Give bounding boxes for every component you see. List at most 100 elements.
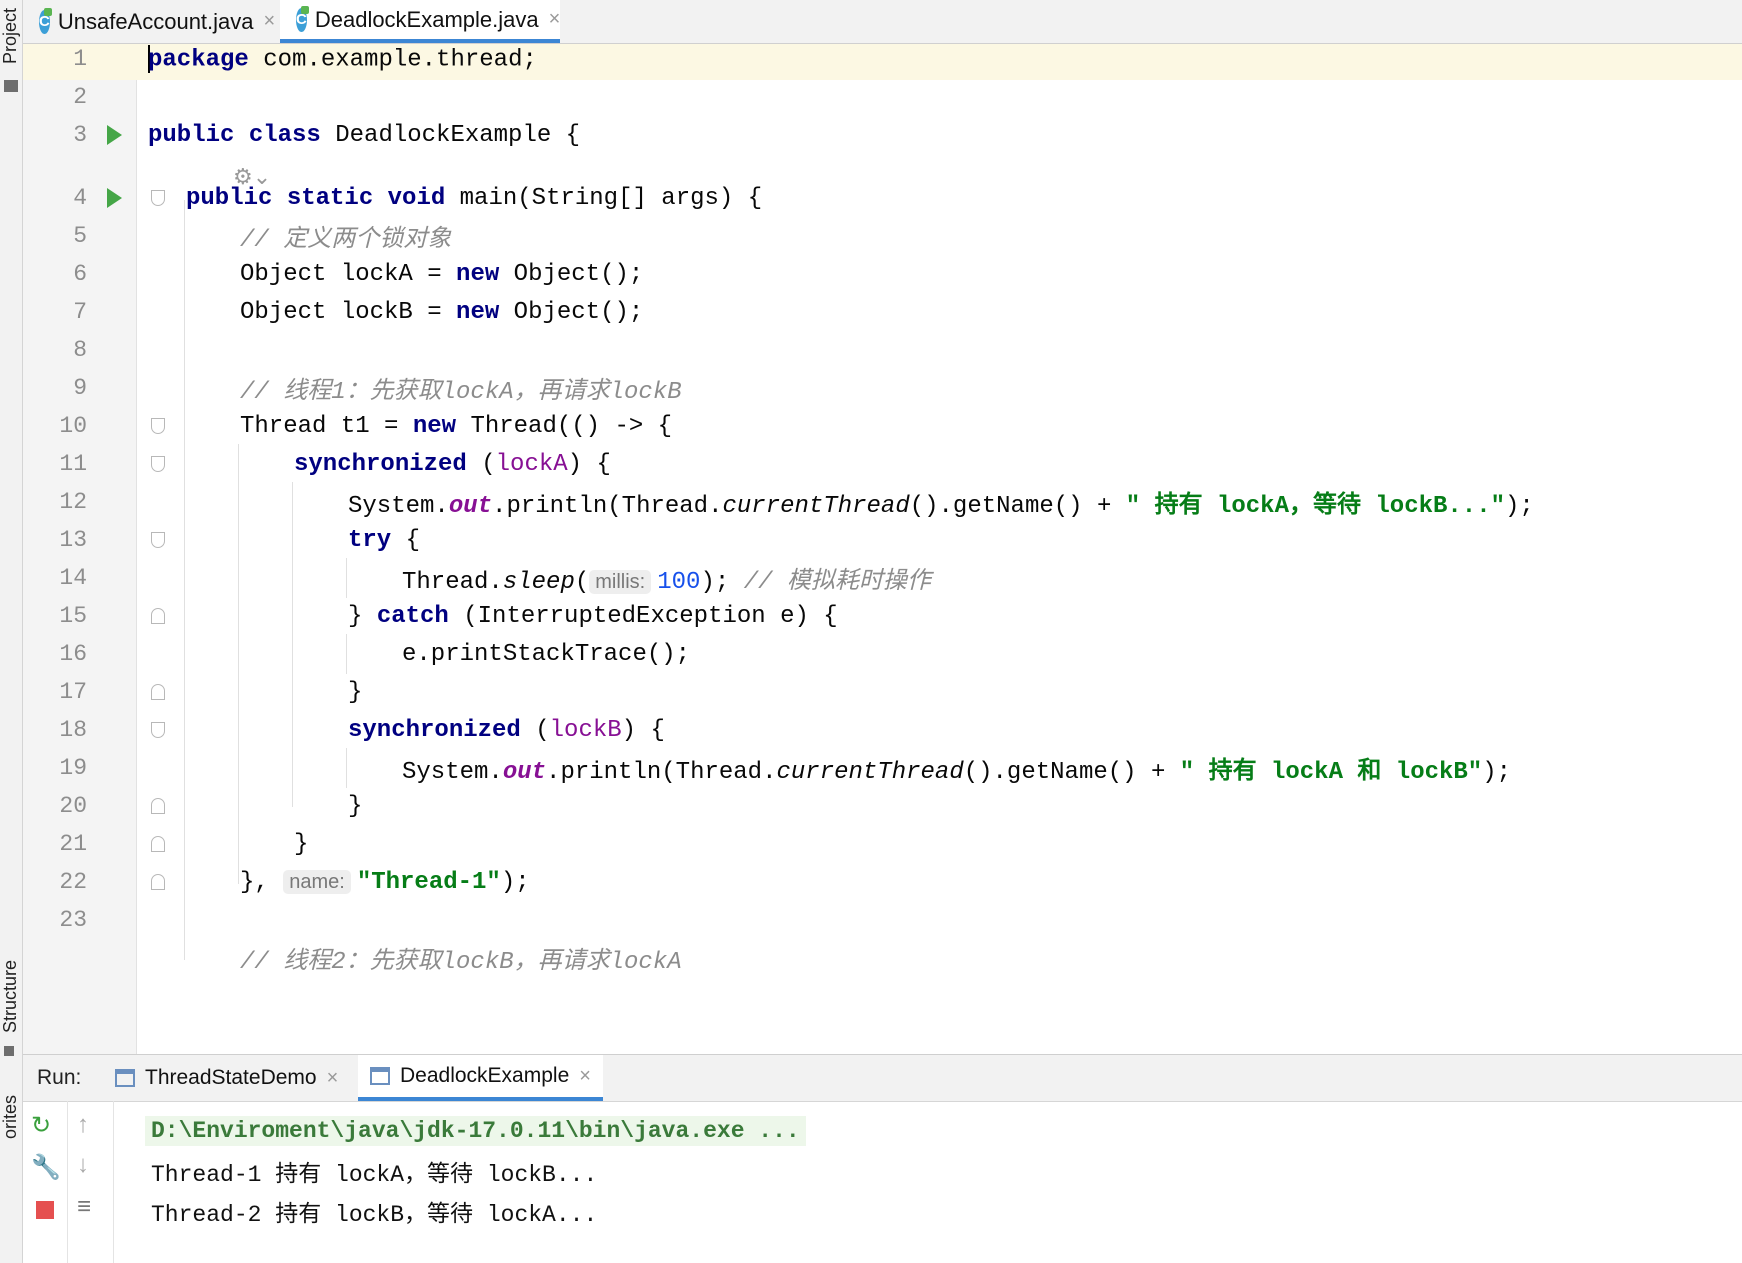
structure-icon[interactable] [4,1046,14,1056]
line-number: 16 [59,641,87,667]
code-line-15[interactable]: 15 } catch (InterruptedException e) { [23,595,1742,637]
arrow-up-icon[interactable]: ↑ [77,1111,89,1139]
line-number: 23 [59,907,87,933]
run-tab-deadlockexample[interactable]: DeadlockExample × [358,1055,603,1101]
tab-deadlockexample[interactable]: C DeadlockExample.java × [280,0,560,43]
parameter-hint: name: [283,869,351,894]
code-line-19[interactable]: 19 System.out.println(Thread.currentThre… [23,747,1742,789]
line-number: 12 [59,489,87,515]
code-comment: // 定义两个锁对象 [240,227,452,254]
close-icon[interactable]: × [327,1067,339,1090]
fold-icon[interactable] [151,722,165,738]
code-line-5[interactable]: 5 // 定义两个锁对象 [23,215,1742,257]
line-number: 4 [73,185,87,211]
code-line-22[interactable]: 22 }, name: "Thread-1"); [23,861,1742,903]
console-line: Thread-2 持有 lockB，等待 lockA... [151,1202,598,1228]
line-number: 19 [59,755,87,781]
code-text: e.printStackTrace(); [402,640,691,668]
code-line-10[interactable]: 10 Thread t1 = new Thread(() -> { [23,405,1742,447]
code-line-13[interactable]: 13 try { [23,519,1742,561]
code-line-16[interactable]: 16 e.printStackTrace(); [23,633,1742,675]
line-number: 14 [59,565,87,591]
line-number: 3 [73,122,87,148]
fold-icon[interactable] [151,608,165,624]
fold-icon[interactable] [151,874,165,890]
fold-icon[interactable] [151,684,165,700]
code-line-3[interactable]: 3 public class DeadlockExample { [23,114,1742,156]
project-tool-tab[interactable]: Project [0,8,22,64]
code-line-23[interactable]: 23 [23,899,1742,941]
wrench-icon[interactable]: 🔧 [31,1153,61,1182]
close-icon[interactable]: × [579,1065,591,1088]
line-number: 2 [73,84,87,110]
favorites-tool-tab[interactable]: orites [0,1095,22,1139]
code-text: System.out.println(Thread.currentThread(… [402,759,1512,786]
fold-icon[interactable] [151,836,165,852]
console-output[interactable]: D:\Enviroment\java\jdk-17.0.11\bin\java.… [145,1111,1742,1231]
code-line-18[interactable]: 18 synchronized (lockB) { [23,709,1742,751]
run-gutter-icon[interactable] [107,125,122,145]
fold-icon[interactable] [151,798,165,814]
tab-label: DeadlockExample.java [314,6,539,32]
close-icon[interactable]: × [549,8,561,31]
code-text: package com.example.thread; [148,44,537,74]
fold-icon[interactable] [151,532,165,548]
line-number: 7 [73,299,87,325]
folder-icon[interactable] [4,80,18,92]
line-number: 9 [73,375,87,401]
arrow-down-icon[interactable]: ↓ [77,1151,89,1179]
code-line-2[interactable]: 2 [23,76,1742,118]
line-number: 17 [59,679,87,705]
java-class-icon: C [296,5,309,32]
code-line-4[interactable]: 4 public static void main(String[] args)… [23,177,1742,219]
run-gutter-icon[interactable] [107,188,122,208]
fold-icon[interactable] [151,456,165,472]
code-line-12[interactable]: 12 System.out.println(Thread.currentThre… [23,481,1742,523]
run-tab-threadstatedemo[interactable]: ThreadStateDemo × [103,1055,350,1101]
stop-icon[interactable] [36,1201,54,1219]
soft-wrap-icon[interactable]: ≡ [77,1193,91,1221]
line-number: 18 [59,717,87,743]
code-line-14[interactable]: 14 Thread.sleep(millis: 100); // 模拟耗时操作 [23,557,1742,599]
code-line-11[interactable]: 11 synchronized (lockA) { [23,443,1742,485]
line-number: 21 [59,831,87,857]
code-line-9[interactable]: 9 // 线程1：先获取lockA，再请求lockB [23,367,1742,409]
code-line-17[interactable]: 17 } [23,671,1742,713]
code-text: synchronized (lockA) { [294,450,611,478]
code-comment: // 线程1：先获取lockA，再请求lockB [240,379,682,406]
run-tab-label: ThreadStateDemo [145,1066,317,1089]
fold-icon[interactable] [151,418,165,434]
code-text: } [294,830,309,858]
tab-unsafeaccount[interactable]: C UnsafeAccount.java × [23,0,278,43]
code-line-21[interactable]: 21 } [23,823,1742,865]
code-text: } catch (InterruptedException e) { [348,602,838,630]
code-text: synchronized (lockB) { [348,716,665,744]
rerun-icon[interactable]: ↻ [31,1111,51,1140]
code-line-6[interactable]: 6 Object lockA = new Object(); [23,253,1742,295]
code-line-20[interactable]: 20 } [23,785,1742,827]
line-number: 22 [59,869,87,895]
console-line: Thread-1 持有 lockA，等待 lockB... [151,1162,598,1188]
structure-tool-tab[interactable]: Structure [0,960,22,1033]
console-icon [370,1067,390,1085]
code-text: } [348,792,363,820]
code-line-7[interactable]: 7 Object lockB = new Object(); [23,291,1742,333]
code-text: try { [348,526,421,554]
line-number: 5 [73,223,87,249]
run-label: Run: [37,1066,82,1089]
code-line-24-partial[interactable]: // 线程2：先获取lockB，再请求lockA [23,937,1742,979]
code-text: Thread t1 = new Thread(() -> { [240,412,673,440]
code-text: } [348,678,363,706]
run-toolbar-right: ↑ ↓ ≡ [69,1101,114,1263]
close-icon[interactable]: × [264,10,276,33]
tab-label: UnsafeAccount.java [57,8,254,34]
code-line-1[interactable]: 1 package com.example.thread; [23,44,1742,80]
code-editor[interactable]: 1 package com.example.thread; 2 3 public… [23,44,1742,1054]
console-command-line: D:\Enviroment\java\jdk-17.0.11\bin\java.… [145,1116,806,1146]
run-toolbar-left: ↻ 🔧 [23,1101,68,1263]
code-text: Object lockA = new Object(); [240,260,644,288]
fold-icon[interactable] [151,190,165,206]
line-number: 13 [59,527,87,553]
code-line-8[interactable]: 8 [23,329,1742,371]
run-tab-bar: Run: ThreadStateDemo × DeadlockExample × [23,1055,1742,1102]
